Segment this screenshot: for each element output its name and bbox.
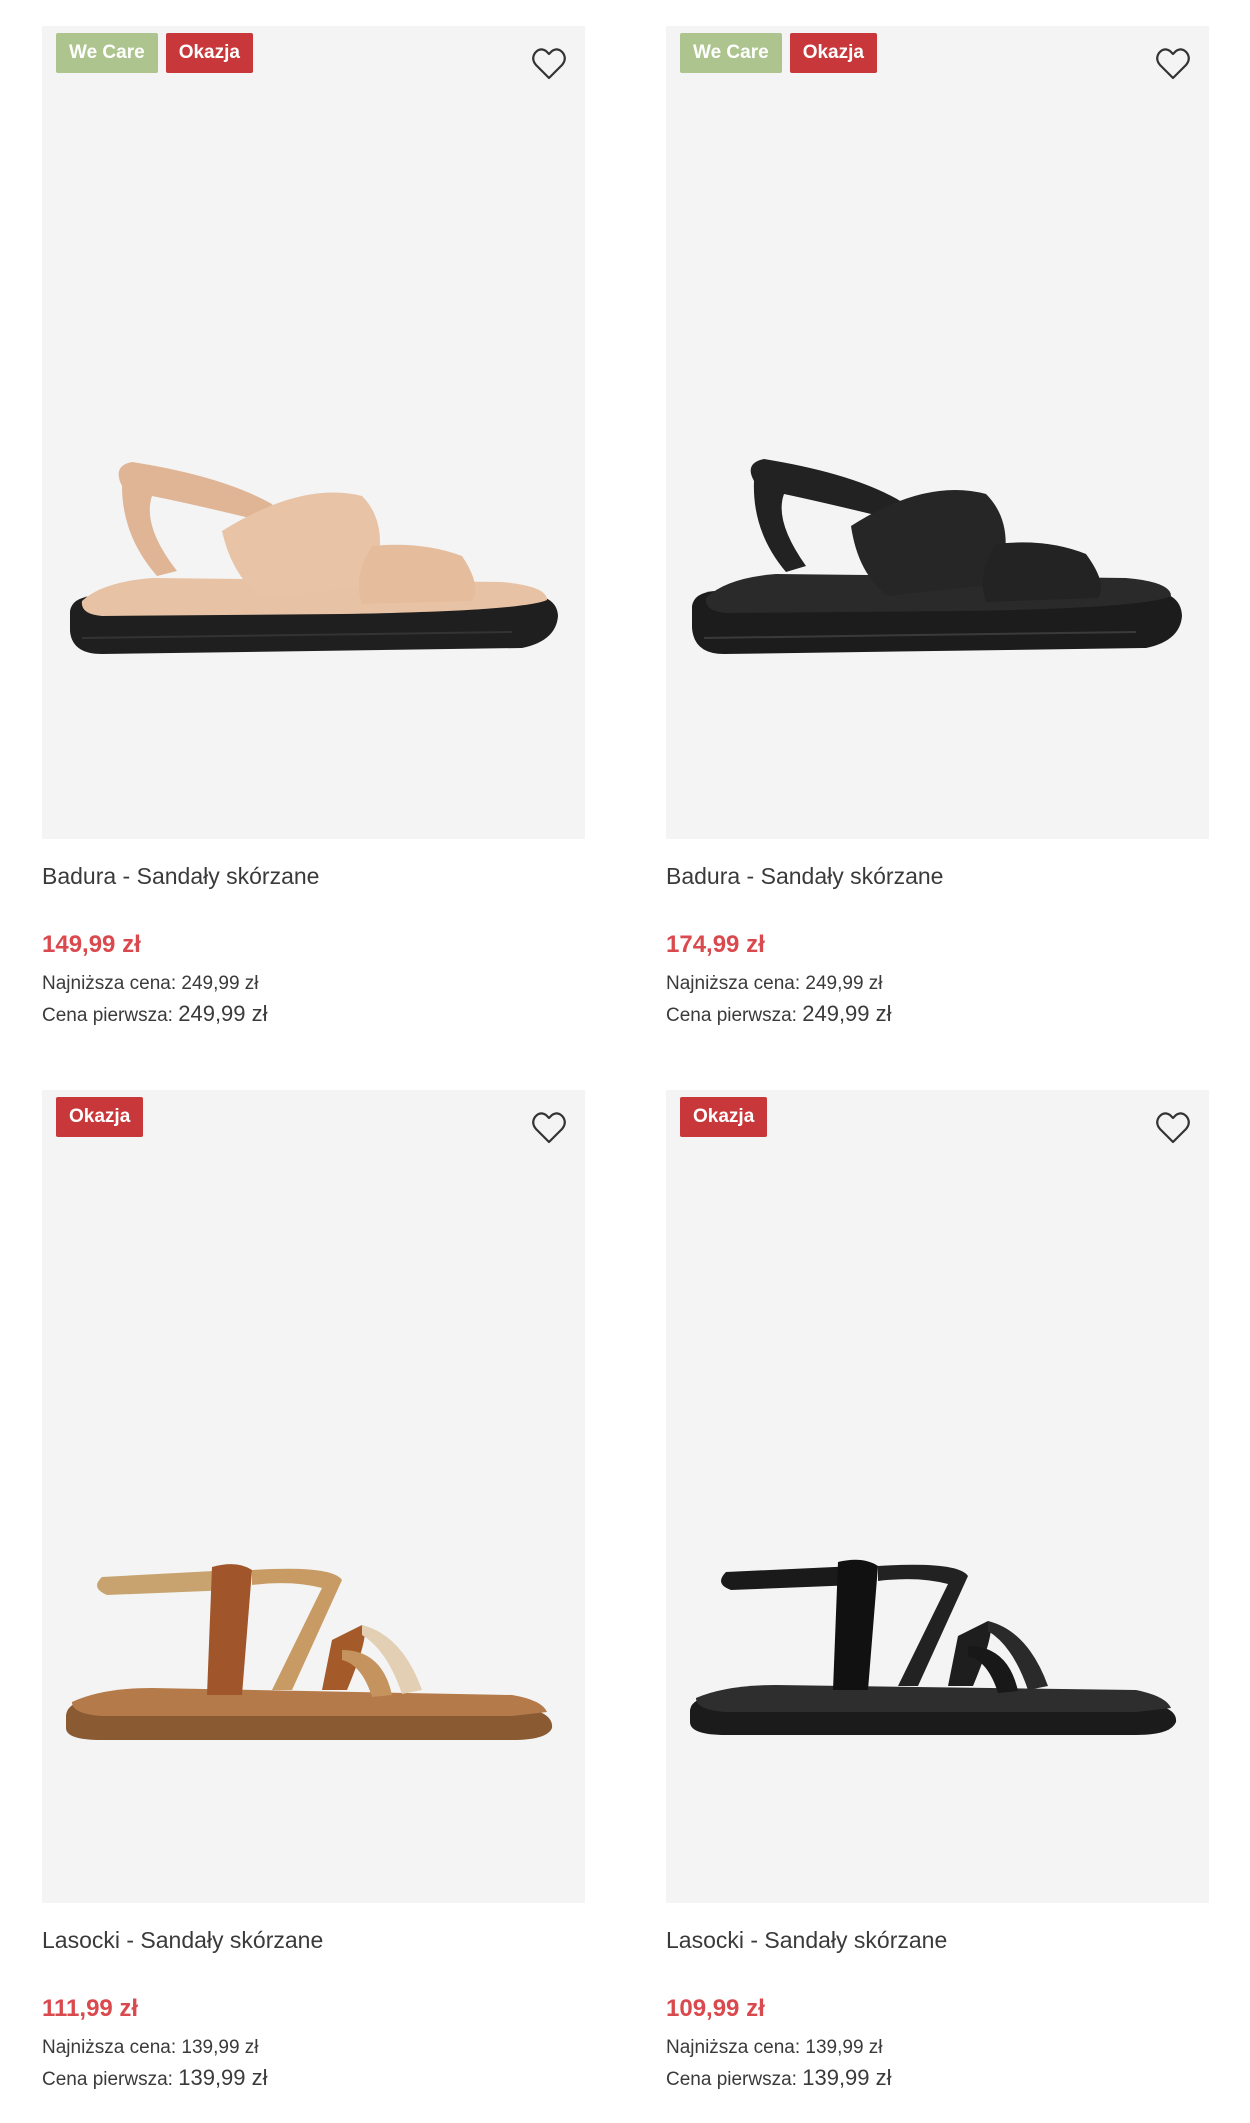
product-price: 149,99 zł bbox=[42, 931, 141, 958]
sandal-image bbox=[690, 1559, 1177, 1735]
product-price: 174,99 zł bbox=[666, 931, 765, 958]
first-price-label: Cena pierwsza: bbox=[42, 1005, 173, 1026]
badge-group: We Care Okazja bbox=[680, 33, 877, 73]
product-image[interactable]: We Care Okazja bbox=[666, 26, 1209, 839]
badge-group: We Care Okazja bbox=[56, 33, 253, 73]
product-card[interactable]: Okazja Lasocki - Sandały skórzane 111,99… bbox=[42, 1090, 585, 2095]
product-image[interactable]: We Care Okazja bbox=[42, 26, 585, 839]
heart-icon bbox=[532, 1112, 566, 1144]
first-price-label: Cena pierwsza: bbox=[666, 2069, 797, 2090]
lowest-price-value: 249,99 zł bbox=[805, 973, 883, 994]
product-price: 109,99 zł bbox=[666, 1995, 765, 2022]
first-price-label: Cena pierwsza: bbox=[666, 1005, 797, 1026]
product-title[interactable]: Lasocki - Sandały skórzane bbox=[42, 1923, 585, 1957]
product-card[interactable]: We Care Okazja Badura - Sandały skórzane… bbox=[42, 26, 585, 1031]
product-price: 111,99 zł bbox=[42, 1995, 139, 2022]
heart-icon bbox=[1156, 48, 1190, 80]
badge-group: Okazja bbox=[680, 1097, 768, 1137]
first-price-value: 139,99 zł bbox=[178, 2065, 268, 2090]
we-care-badge: We Care bbox=[680, 33, 782, 73]
deal-badge: Okazja bbox=[56, 1097, 144, 1137]
first-price-value: 249,99 zł bbox=[802, 1001, 892, 1026]
we-care-badge: We Care bbox=[56, 33, 158, 73]
lowest-price-row: Najniższa cena: 139,99 zł bbox=[666, 2033, 1209, 2063]
first-price-value: 139,99 zł bbox=[802, 2065, 892, 2090]
lowest-price-label: Najniższa cena: bbox=[42, 2037, 177, 2058]
product-title[interactable]: Lasocki - Sandały skórzane bbox=[666, 1923, 1209, 1957]
deal-badge: Okazja bbox=[165, 33, 253, 73]
first-price-label: Cena pierwsza: bbox=[42, 2069, 173, 2090]
lowest-price-value: 139,99 zł bbox=[805, 2037, 883, 2058]
wishlist-button[interactable] bbox=[529, 44, 569, 84]
heart-icon bbox=[1156, 1112, 1190, 1144]
product-card[interactable]: Okazja Lasocki - Sandały skórzane 109,99… bbox=[666, 1090, 1209, 2095]
wishlist-button[interactable] bbox=[529, 1108, 569, 1148]
deal-badge: Okazja bbox=[789, 33, 877, 73]
first-price-row: Cena pierwsza: 139,99 zł bbox=[666, 2063, 1209, 2095]
first-price-row: Cena pierwsza: 249,99 zł bbox=[666, 999, 1209, 1031]
lowest-price-label: Najniższa cena: bbox=[666, 973, 801, 994]
sandal-image bbox=[70, 462, 558, 654]
heart-icon bbox=[532, 48, 566, 80]
wishlist-button[interactable] bbox=[1153, 1108, 1193, 1148]
lowest-price-label: Najniższa cena: bbox=[666, 2037, 801, 2058]
product-title[interactable]: Badura - Sandały skórzane bbox=[42, 859, 585, 893]
lowest-price-row: Najniższa cena: 249,99 zł bbox=[666, 969, 1209, 999]
lowest-price-value: 139,99 zł bbox=[181, 2037, 259, 2058]
sandal-image bbox=[66, 1564, 553, 1740]
first-price-row: Cena pierwsza: 249,99 zł bbox=[42, 999, 585, 1031]
wishlist-button[interactable] bbox=[1153, 44, 1193, 84]
lowest-price-label: Najniższa cena: bbox=[42, 973, 177, 994]
lowest-price-row: Najniższa cena: 139,99 zł bbox=[42, 2033, 585, 2063]
sandal-image bbox=[692, 459, 1182, 654]
product-image[interactable]: Okazja bbox=[42, 1090, 585, 1903]
product-title[interactable]: Badura - Sandały skórzane bbox=[666, 859, 1209, 893]
first-price-row: Cena pierwsza: 139,99 zł bbox=[42, 2063, 585, 2095]
lowest-price-row: Najniższa cena: 249,99 zł bbox=[42, 969, 585, 999]
badge-group: Okazja bbox=[56, 1097, 144, 1137]
first-price-value: 249,99 zł bbox=[178, 1001, 268, 1026]
product-card[interactable]: We Care Okazja Badura - Sandały skórzane… bbox=[666, 26, 1209, 1031]
product-image[interactable]: Okazja bbox=[666, 1090, 1209, 1903]
deal-badge: Okazja bbox=[680, 1097, 768, 1137]
lowest-price-value: 249,99 zł bbox=[181, 973, 259, 994]
